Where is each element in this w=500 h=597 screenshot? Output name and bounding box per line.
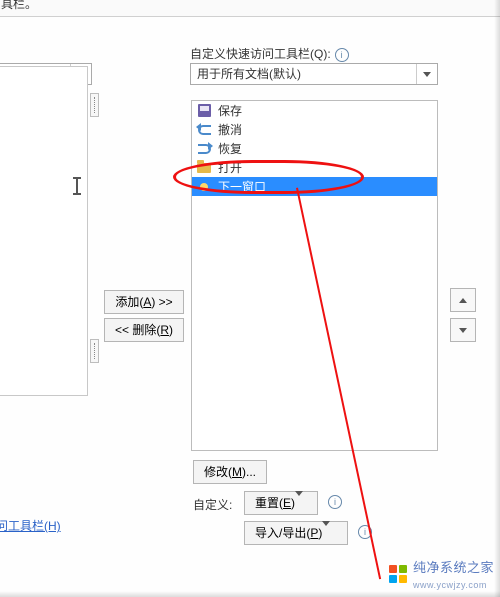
chevron-down-icon	[459, 328, 467, 333]
move-up-button[interactable]	[450, 288, 476, 312]
crop-shadow	[494, 0, 500, 597]
list-item[interactable]: 撤消	[192, 120, 437, 139]
reset-button-label: 重置(E)	[255, 496, 295, 510]
modify-button-label: 修改(M)...	[204, 465, 256, 479]
drag-handle-icon	[90, 93, 99, 117]
watermark-text: 纯净系统之家	[413, 560, 494, 575]
crop-shadow	[0, 591, 500, 597]
available-commands-list-fragment[interactable]	[0, 66, 88, 396]
list-item-label: 撤消	[218, 121, 242, 138]
info-icon[interactable]: i	[358, 525, 372, 539]
add-button-label: 添加(A) >>	[115, 295, 172, 309]
undo-icon	[196, 122, 212, 138]
list-item-selected[interactable]: 下一窗口	[192, 177, 437, 196]
apply-to-value: 用于所有文档(默认)	[197, 67, 301, 81]
import-export-label: 导入/导出(P)	[255, 526, 322, 540]
list-item-label: 打开	[218, 159, 242, 176]
info-icon[interactable]: i	[328, 495, 342, 509]
redo-icon	[196, 141, 212, 157]
apply-to-dropdown[interactable]: 用于所有文档(默认)	[190, 63, 438, 85]
watermark: 纯净系统之家 www.ycwjzy.com	[389, 557, 494, 591]
import-export-button[interactable]: 导入/导出(P)	[244, 521, 348, 545]
chevron-down-icon	[322, 521, 330, 540]
remove-button-label: << 删除(R)	[115, 323, 173, 337]
dot-icon	[196, 179, 212, 195]
info-icon[interactable]: i	[335, 48, 349, 62]
add-button[interactable]: 添加(A) >>	[104, 290, 184, 314]
chevron-down-icon	[295, 491, 303, 510]
watermark-logo-icon	[389, 565, 407, 583]
remove-button[interactable]: << 删除(R)	[104, 318, 184, 342]
open-icon	[196, 160, 212, 176]
list-item-label: 保存	[218, 102, 242, 119]
chevron-up-icon	[459, 298, 467, 303]
list-item[interactable]: 保存	[192, 101, 437, 120]
reset-button[interactable]: 重置(E)	[244, 491, 318, 515]
list-item-label: 下一窗口	[218, 178, 266, 195]
qat-current-list[interactable]: 保存 撤消 恢复 打开 下一窗口	[191, 100, 438, 451]
chevron-down-icon	[416, 64, 437, 84]
custom-label: 自定义:	[193, 496, 232, 513]
text-cursor-icon	[76, 179, 78, 193]
list-item-label: 恢复	[218, 140, 242, 157]
modify-button[interactable]: 修改(M)...	[193, 460, 267, 484]
window-title-fragment: 具栏。	[0, 0, 500, 17]
watermark-url: www.ycwjzy.com	[413, 580, 487, 590]
save-icon	[196, 103, 212, 119]
drag-handle-icon	[90, 339, 99, 363]
list-item[interactable]: 打开	[192, 158, 437, 177]
qat-customize-label: 自定义快速访问工具栏(Q):i	[190, 45, 349, 62]
below-ribbon-link[interactable]: 问工具栏(H)	[0, 517, 61, 534]
move-down-button[interactable]	[450, 318, 476, 342]
list-item[interactable]: 恢复	[192, 139, 437, 158]
